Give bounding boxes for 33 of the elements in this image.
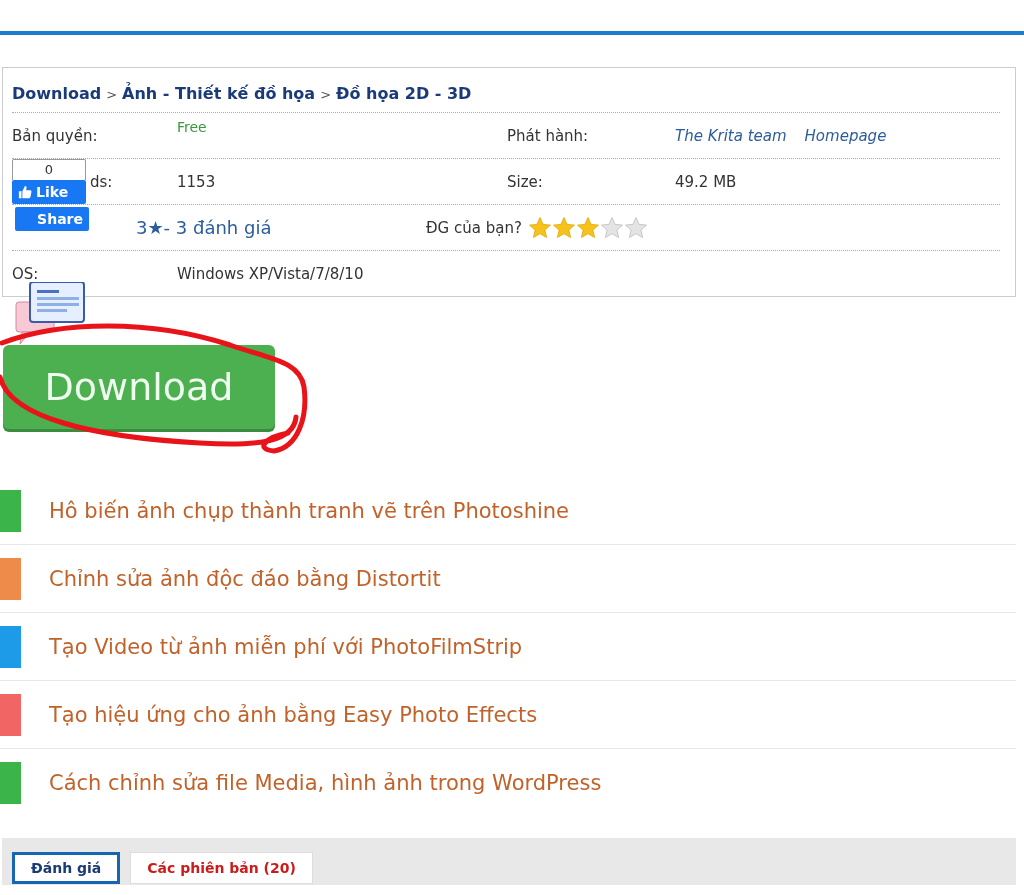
field-label: Bản quyền:: [12, 126, 98, 145]
field-label: Size:: [507, 172, 544, 191]
breadcrumb-link[interactable]: Ảnh - Thiết kế đồ họa: [122, 84, 316, 103]
tab[interactable]: Đánh giá: [12, 852, 121, 884]
like-count: 0: [12, 159, 86, 180]
field-label: OS:: [12, 264, 40, 283]
like-button[interactable]: Like: [12, 180, 86, 204]
article-link[interactable]: Chỉnh sửa ảnh độc đáo bằng Distortit: [49, 566, 441, 591]
license-value: Free: [177, 119, 208, 135]
chat-bubbles-icon[interactable]: [12, 282, 88, 346]
os-value: Windows XP/Vista/7/8/10: [177, 264, 364, 283]
filled-star-icon[interactable]: [527, 215, 552, 240]
thumbs-up-icon: [18, 185, 32, 199]
field-label: ds:: [90, 172, 113, 191]
filled-star-icon[interactable]: [551, 215, 576, 240]
article-link[interactable]: Hô biến ảnh chụp thành tranh vẽ trên Photoshine: [49, 498, 569, 523]
breadcrumb-separator: >: [106, 87, 118, 102]
breadcrumb-link[interactable]: Đồ họa 2D - 3D: [336, 84, 472, 103]
rating-summary: 3★- 3 đánh giá: [136, 217, 273, 238]
your-rating-label: ĐG của bạn?: [426, 218, 522, 237]
tab[interactable]: Các phiên bản (20): [130, 852, 313, 884]
field-label: Phát hành:: [507, 126, 590, 145]
article-link[interactable]: Cách chỉnh sửa file Media, hình ảnh trong WordPress: [49, 770, 602, 795]
downloads-value: 1153: [177, 172, 217, 191]
breadcrumb-separator: >: [320, 87, 332, 102]
publisher-link[interactable]: The Krita team: [675, 126, 787, 145]
share-button[interactable]: Share: [15, 207, 89, 231]
article-link[interactable]: Tạo Video từ ảnh miễn phí với PhotoFilmStrip: [49, 634, 523, 659]
size-value: 49.2 MB: [675, 172, 737, 191]
article-link[interactable]: Tạo hiệu ứng cho ảnh bằng Easy Photo Effects: [49, 702, 538, 727]
breadcrumb-link[interactable]: Download: [12, 84, 102, 103]
homepage-link[interactable]: Homepage: [804, 126, 887, 145]
filled-star-icon[interactable]: [575, 215, 600, 240]
